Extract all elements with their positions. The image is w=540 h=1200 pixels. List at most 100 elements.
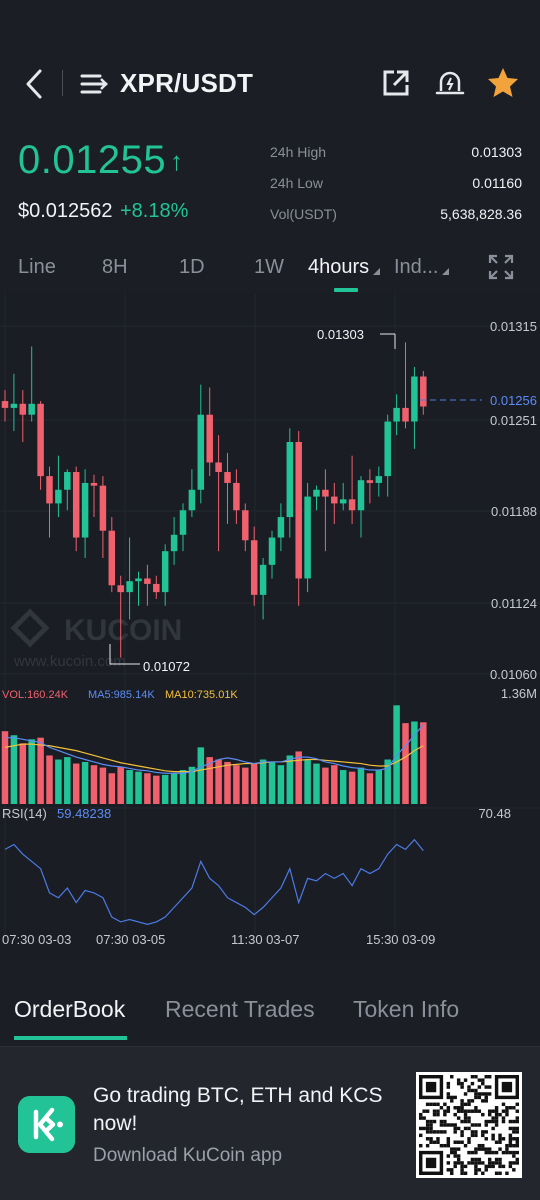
candle-body: [90, 482, 98, 486]
candle-body: [277, 517, 285, 538]
ma10-label: MA10:735.01K: [165, 689, 238, 701]
volume-bar: [72, 763, 80, 804]
promo-title: Go trading BTC, ETH and KCS now!: [93, 1084, 383, 1135]
favorite-star-icon[interactable]: [486, 66, 520, 100]
indicators-selector[interactable]: Ind...: [394, 256, 450, 279]
candle-body: [1, 401, 9, 408]
interval-8h[interactable]: 8H: [102, 256, 128, 279]
candle-body: [46, 476, 53, 504]
kucoin-logo-icon: [18, 1096, 75, 1153]
candle-body: [10, 403, 18, 408]
price-axis-label: 0.01124: [491, 596, 537, 611]
volume-bar: [339, 770, 347, 804]
interval-4hours[interactable]: 4hours: [308, 256, 381, 279]
candle-body: [126, 581, 133, 593]
share-icon[interactable]: [381, 68, 411, 98]
volume-bar: [144, 773, 151, 804]
low-marker-label: 0.01072: [143, 659, 190, 674]
candle-body: [348, 499, 356, 511]
fullscreen-expand-icon[interactable]: [488, 254, 514, 280]
candle-body: [268, 537, 276, 565]
volume-bar: [135, 771, 142, 804]
volume-bar: [117, 766, 124, 804]
pair-title[interactable]: XPR/USDT: [120, 68, 253, 99]
candle-body: [170, 534, 178, 552]
volume-bar: [224, 761, 231, 804]
rsi-max-label: 70.48: [478, 806, 511, 821]
volume-bar: [179, 770, 187, 804]
rsi-value: 59.48238: [57, 806, 111, 821]
price-alert-icon[interactable]: [434, 67, 466, 99]
rsi-line: [4, 838, 424, 925]
volume-bar: [313, 763, 320, 804]
time-axis-label: 07:30 03-05: [96, 932, 165, 947]
candle-body: [99, 485, 107, 531]
volume-bar: [233, 765, 240, 804]
volume-bar: [242, 767, 249, 804]
candle-body: [81, 482, 89, 538]
volume-bar: [153, 775, 160, 804]
candle-body: [420, 376, 427, 407]
volume-bar: [108, 773, 116, 804]
candle-body: [339, 499, 347, 504]
interval-1w[interactable]: 1W: [254, 256, 284, 279]
volume-bar: [322, 767, 329, 804]
active-tab-indicator: [14, 1036, 127, 1040]
interval-line[interactable]: Line: [18, 256, 56, 279]
volume-bar: [411, 721, 418, 804]
volume-bar: [64, 757, 71, 804]
candle-body: [402, 407, 409, 422]
volume-bar: [90, 765, 98, 804]
candle-body: [161, 551, 169, 593]
interval-4hours-label: 4hours: [308, 256, 370, 278]
back-arrow-icon[interactable]: [20, 66, 50, 102]
candle-body: [224, 472, 231, 483]
price-up-arrow-icon: ↑: [170, 146, 183, 176]
stat-value-volume: 5,638,828.36: [440, 206, 522, 222]
volume-bar: [331, 765, 338, 804]
header-separator: [62, 70, 63, 96]
dropdown-triangle-icon: [442, 268, 450, 275]
volume-bar: [81, 761, 89, 804]
candle-body: [304, 496, 311, 579]
interval-1d[interactable]: 1D: [179, 256, 205, 279]
tab-recent-trades[interactable]: Recent Trades: [165, 996, 315, 1023]
watermark-url: www.kucoin.com: [13, 653, 126, 670]
volume-bar: [357, 767, 365, 804]
candle-body: [322, 489, 329, 497]
stat-value-high: 0.01303: [471, 144, 522, 160]
candle-body: [188, 489, 196, 511]
high-marker-label: 0.01303: [317, 327, 364, 342]
change-percent: +8.18%: [120, 200, 189, 222]
volume-bar: [402, 723, 409, 804]
volume-bar: [259, 759, 267, 804]
candle-body: [19, 403, 27, 415]
tab-token-info[interactable]: Token Info: [353, 996, 459, 1023]
price-axis-label: 0.01188: [491, 504, 537, 519]
candle-body: [366, 480, 374, 483]
tab-orderbook[interactable]: OrderBook: [14, 996, 125, 1023]
rsi-label: RSI(14): [2, 806, 47, 821]
volume-bar: [170, 773, 178, 804]
time-axis-label: 11:30 03-07: [231, 932, 299, 947]
price-axis-label: 0.01315: [490, 319, 537, 334]
stat-value-low: 0.01160: [472, 175, 522, 191]
price-axis-label: 0.01251: [490, 413, 537, 428]
volume-bar: [348, 771, 356, 804]
candle-body: [37, 403, 44, 477]
volume-bar: [99, 767, 107, 804]
pair-menu-icon[interactable]: [80, 70, 108, 98]
candle-body: [64, 472, 71, 490]
candle-body: [357, 480, 365, 511]
candle-body: [313, 489, 320, 497]
price-axis-label: 0.01060: [490, 667, 537, 682]
volume-bar: [28, 739, 35, 804]
candle-body: [295, 442, 302, 579]
volume-bar: [304, 759, 311, 804]
promo-subtitle: Download KuCoin app: [93, 1145, 283, 1166]
candlestick-chart[interactable]: KUCOIN www.kucoin.com 0.01315 0.01251 0.…: [0, 294, 540, 960]
volume-bar: [126, 770, 133, 804]
volume-bar: [375, 770, 383, 804]
candle-body: [393, 407, 400, 422]
volume-bar: [37, 737, 44, 804]
